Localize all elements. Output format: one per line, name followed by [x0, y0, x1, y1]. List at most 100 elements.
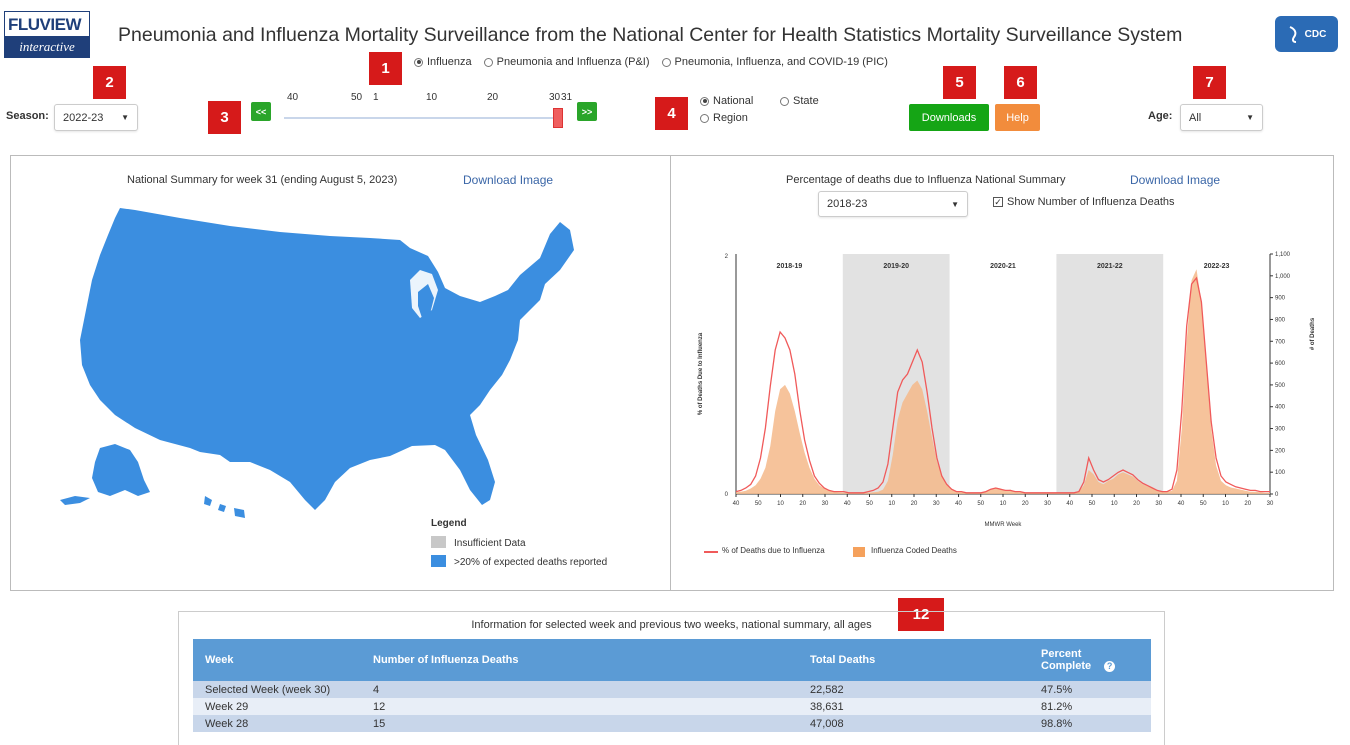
slider-tick: 30: [549, 92, 561, 103]
radio-dot-icon: [700, 113, 709, 123]
x-tick-label: 40: [733, 501, 740, 507]
x-tick-label: 20: [1133, 501, 1140, 507]
chart-title: Percentage of deaths due to Influenza Na…: [786, 174, 1066, 186]
table-cell: 47.5%: [1029, 681, 1151, 698]
table-cell: Week 29: [193, 698, 361, 715]
show-deaths-checkbox[interactable]: ✓ Show Number of Influenza Deaths: [993, 196, 1175, 208]
x-tick-label: 20: [1244, 501, 1251, 507]
y-left-tick-label: 0: [725, 492, 729, 498]
hhs-eagle-icon: [1289, 26, 1297, 43]
caret-down-icon: ▼: [951, 199, 959, 209]
logo-title: FLUVIEW: [8, 15, 82, 34]
radio-region[interactable]: Region: [700, 112, 748, 124]
radio-national[interactable]: National: [700, 95, 753, 107]
us-map-conus[interactable]: [80, 208, 574, 510]
radio-state[interactable]: State: [780, 95, 819, 107]
legend-label-percent: % of Deaths due to Influenza: [722, 546, 825, 555]
weekly-summary-panel: Information for selected week and previo…: [178, 611, 1165, 745]
week-slider-handle[interactable]: [553, 108, 563, 128]
slider-tick: 50: [351, 92, 363, 103]
season-range-select[interactable]: 2018-23 ▼: [818, 191, 968, 217]
annotation-badge-2: 2: [93, 66, 126, 99]
y-right-tick-label: 200: [1275, 448, 1286, 454]
season-label: 2020-21: [990, 263, 1016, 270]
table-cell: 4: [361, 681, 798, 698]
x-tick-label: 10: [1222, 501, 1229, 507]
legend-label-deaths: Influenza Coded Deaths: [871, 546, 957, 555]
help-button[interactable]: Help: [995, 104, 1040, 131]
table-cell: 15: [361, 715, 798, 732]
table-cell: Week 28: [193, 715, 361, 732]
x-tick-label: 40: [1066, 501, 1073, 507]
x-tick-label: 40: [844, 501, 851, 507]
next-week-button[interactable]: >>: [577, 102, 597, 121]
legend-swatch-insufficient: [431, 536, 446, 548]
x-tick-label: 10: [1000, 501, 1007, 507]
table-row: Selected Week (week 30) 4 22,582 47.5%: [193, 681, 1151, 698]
table-header-influenza-deaths[interactable]: Number of Influenza Deaths: [361, 639, 798, 681]
slider-tick: 20: [487, 92, 499, 103]
prev-week-button[interactable]: <<: [251, 102, 271, 121]
table-cell: 22,582: [798, 681, 1029, 698]
season-range-value: 2018-23: [827, 198, 868, 210]
map-download-image-link[interactable]: Download Image: [463, 173, 553, 187]
y-right-tick-label: 600: [1275, 361, 1286, 367]
slider-tick: 10: [426, 92, 438, 103]
y-right-tick-label: 1,000: [1275, 274, 1291, 280]
radio-dot-icon: [483, 57, 493, 67]
table-header-percent-complete[interactable]: Percent Complete ?: [1029, 639, 1151, 681]
logo-subtitle: interactive: [5, 36, 89, 57]
radio-pic[interactable]: Pneumonia, Influenza, and COVID-19 (PIC): [661, 56, 888, 68]
y-right-tick-label: 700: [1275, 339, 1286, 345]
cdc-logo-text: CDC: [1304, 28, 1327, 40]
x-tick-label: 40: [1178, 501, 1185, 507]
y-right-tick-label: 0: [1275, 492, 1279, 498]
age-select[interactable]: All ▼: [1180, 104, 1263, 131]
us-map-alaska-chain: [60, 496, 90, 505]
table-cell: Selected Week (week 30): [193, 681, 361, 698]
annotation-badge-5: 5: [943, 66, 976, 99]
annotation-badge-3: 3: [208, 101, 241, 134]
x-tick-label: 10: [1111, 501, 1118, 507]
y-right-tick-label: 1,100: [1275, 252, 1291, 258]
cdc-logo[interactable]: CDC: [1275, 16, 1338, 52]
y-right-tick-label: 900: [1275, 296, 1286, 302]
fluview-logo: FLUVIEW interactive: [4, 11, 90, 58]
season-label: Season:: [6, 110, 49, 122]
us-map-hawaii[interactable]: [204, 496, 245, 518]
table-header-total-deaths[interactable]: Total Deaths: [798, 639, 1029, 681]
table-cell: 47,008: [798, 715, 1029, 732]
x-tick-label: 50: [977, 501, 984, 507]
radio-dot-icon: [661, 57, 671, 67]
x-tick-label: 10: [777, 501, 784, 507]
x-tick-label: 20: [799, 501, 806, 507]
legend-swatch-deaths: [853, 547, 865, 557]
chart-download-image-link[interactable]: Download Image: [1130, 173, 1220, 187]
table-header-week[interactable]: Week: [193, 639, 361, 681]
us-map-alaska[interactable]: [92, 444, 150, 496]
season-label: 2018-19: [777, 263, 803, 270]
caret-down-icon: ▼: [121, 113, 129, 122]
downloads-button[interactable]: Downloads: [909, 104, 989, 131]
help-circle-icon[interactable]: ?: [1104, 661, 1116, 672]
influenza-chart[interactable]: 2018-19 2019-20 2020-21 2021-22 2022-23 0100…: [688, 240, 1328, 570]
x-tick-label: 50: [866, 501, 873, 507]
slider-tick: 31: [561, 92, 573, 103]
annotation-badge-4: 4: [655, 97, 688, 130]
x-tick-label: 30: [1044, 501, 1051, 507]
us-map[interactable]: [40, 200, 600, 520]
season-select[interactable]: 2022-23 ▼: [54, 104, 138, 131]
annotation-badge-1: 1: [369, 52, 402, 85]
x-tick-label: 50: [755, 501, 762, 507]
map-legend-title: Legend: [431, 518, 467, 529]
week-slider-track[interactable]: [284, 117, 562, 119]
season-label: 2019-20: [883, 263, 909, 270]
legend-label-insufficient: Insufficient Data: [454, 538, 526, 549]
map-title: National Summary for week 31 (ending Aug…: [127, 174, 398, 186]
table-row: Week 29 12 38,631 81.2%: [193, 698, 1151, 715]
y-right-tick-label: 100: [1275, 470, 1286, 476]
x-tick-label: 50: [1089, 501, 1096, 507]
age-select-value: All: [1189, 111, 1202, 124]
radio-influenza[interactable]: Influenza: [414, 56, 472, 68]
radio-pneumonia-influenza[interactable]: Pneumonia and Influenza (P&I): [483, 56, 650, 68]
